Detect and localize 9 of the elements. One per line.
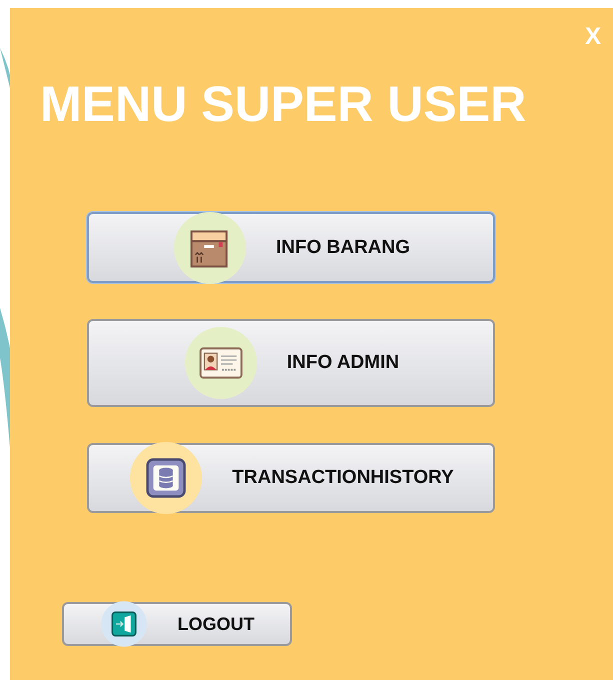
box-icon <box>172 210 248 286</box>
database-icon <box>128 440 204 516</box>
menu-title: MENU SUPER USER <box>40 76 528 132</box>
menu-button[interactable]: TRANSACTIONHISTORY <box>87 443 495 513</box>
exit-door-icon <box>100 600 148 648</box>
id-card-icon <box>182 325 259 401</box>
menu-button[interactable]: INFO ADMIN <box>87 319 495 407</box>
logout-button[interactable]: LOGOUT <box>62 602 292 646</box>
menu-button[interactable]: INFO BARANG <box>87 212 495 283</box>
